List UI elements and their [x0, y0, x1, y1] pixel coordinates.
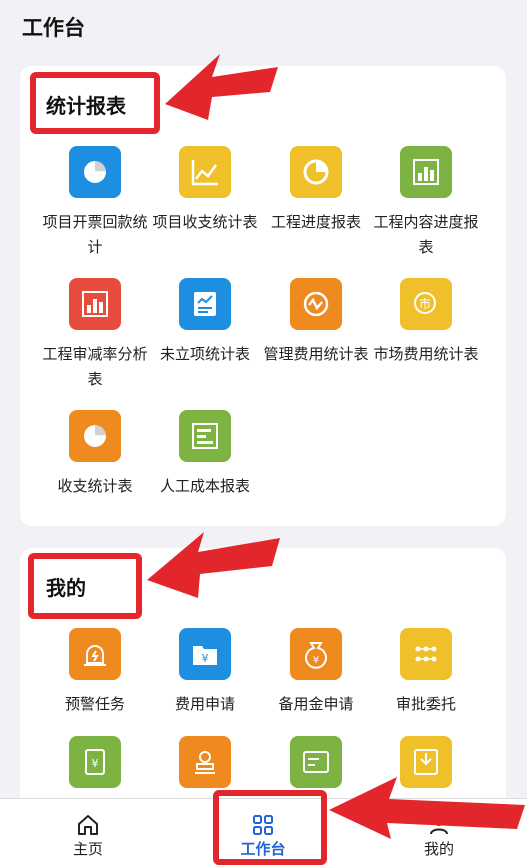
svg-text:¥: ¥	[202, 652, 209, 665]
grid-item-icon-tile	[179, 736, 231, 788]
grid-item-label: 审批委托	[395, 695, 456, 713]
scroll-yuan-icon: ¥	[85, 749, 105, 775]
arrow-workbench	[329, 777, 525, 839]
progress-pie-icon	[303, 159, 329, 185]
grid-item[interactable]: 收支统计表	[35, 410, 155, 499]
grid-item-label: 备用金申请	[278, 695, 354, 713]
page-title: 工作台	[22, 16, 85, 40]
cycle-icon	[303, 291, 329, 317]
bar-chart-icon	[413, 159, 439, 185]
money-bag-icon: ¥	[305, 642, 327, 669]
grid-item-label: 市场费用统计表	[373, 345, 479, 363]
grid-item-icon-tile	[179, 278, 231, 330]
alarm-icon	[84, 645, 106, 666]
grid-item[interactable]: 预警任务	[35, 628, 155, 717]
folder-yuan-icon: ¥	[193, 646, 217, 665]
grid-item-label: 项目收支统计表	[152, 213, 258, 231]
report-icon	[194, 292, 216, 316]
grid-item-label: 费用申请	[174, 695, 235, 713]
highlight-box-mine	[28, 553, 142, 619]
highlight-box-workbench	[213, 790, 327, 865]
grid-item-icon-tile	[290, 146, 342, 198]
grid-item-icon-tile	[179, 146, 231, 198]
grid-item[interactable]: ¥ 费用申请	[145, 628, 265, 717]
tab-home-label: 主页	[72, 840, 103, 858]
grid-item-icon-tile	[69, 146, 121, 198]
grid-item-label: 工程内容进度报表	[373, 213, 479, 256]
grid-item-icon-tile	[69, 278, 121, 330]
home-icon	[78, 815, 98, 835]
highlight-box-reports	[30, 72, 160, 134]
grid-item-icon-tile: ¥	[69, 736, 121, 788]
grid-item[interactable]: 工程内容进度报表	[366, 146, 486, 260]
arrow-mine	[147, 532, 280, 598]
grid-item[interactable]: 项目收支统计表	[145, 146, 265, 235]
grid-item-icon-tile	[69, 628, 121, 680]
grid-item[interactable]: 未立项统计表	[145, 278, 265, 367]
grid-item[interactable]: ¥ 备用金申请	[256, 628, 376, 717]
grid-item[interactable]: 工程进度报表	[256, 146, 376, 235]
grid-item[interactable]: ¥	[35, 736, 155, 800]
bar-chart-icon	[82, 291, 108, 317]
grid-item-label: 预警任务	[64, 695, 125, 713]
grid-item-icon-tile	[290, 278, 342, 330]
arrow-reports	[165, 54, 278, 120]
grid-item-icon-tile	[179, 410, 231, 462]
inbox-download-icon	[414, 749, 438, 775]
reports-card: 统计报表 项目开票回款统计 项目收支统计表 工程进度报表 工程内容进度报表 工程审减率分…	[20, 66, 506, 526]
grid-item-icon-tile: 市	[400, 278, 452, 330]
pie-chart-icon	[84, 425, 106, 447]
flow-icon	[415, 646, 437, 662]
market-icon: 市	[414, 292, 436, 314]
grid-item-label: 管理费用统计表	[263, 345, 369, 363]
grid-item[interactable]: 工程审减率分析表	[35, 278, 155, 392]
grid-item-label: 收支统计表	[57, 477, 133, 495]
grid-item-icon-tile	[69, 410, 121, 462]
svg-text:¥: ¥	[92, 757, 99, 770]
stamp-icon	[195, 751, 215, 774]
grid-item[interactable]: 人工成本报表	[145, 410, 265, 499]
tab-mine-label: 我的	[423, 840, 454, 858]
grid-item-label: 项目开票回款统计	[42, 213, 148, 256]
tab-home[interactable]: 主页	[38, 799, 138, 866]
pie-chart-icon	[84, 161, 106, 183]
grid-item-icon-tile: ¥	[179, 628, 231, 680]
grid-item[interactable]: 审批委托	[366, 628, 486, 717]
grid-item-icon-tile	[400, 146, 452, 198]
gantt-icon	[192, 423, 218, 449]
grid-item-label: 工程审减率分析表	[42, 345, 148, 388]
card-icon	[303, 751, 329, 773]
grid-item[interactable]: 管理费用统计表	[256, 278, 376, 367]
grid-item-label: 未立项统计表	[159, 345, 250, 363]
svg-text:市: 市	[419, 296, 431, 311]
grid-item[interactable]: 市市场费用统计表	[366, 278, 486, 367]
grid-item-icon-tile: ¥	[290, 628, 342, 680]
grid-item-label: 人工成本报表	[159, 477, 250, 495]
grid-item-label: 工程进度报表	[270, 213, 361, 231]
line-chart-icon	[191, 160, 218, 186]
grid-item-icon-tile	[400, 628, 452, 680]
grid-item[interactable]: 项目开票回款统计	[35, 146, 155, 260]
svg-text:¥: ¥	[313, 655, 319, 666]
